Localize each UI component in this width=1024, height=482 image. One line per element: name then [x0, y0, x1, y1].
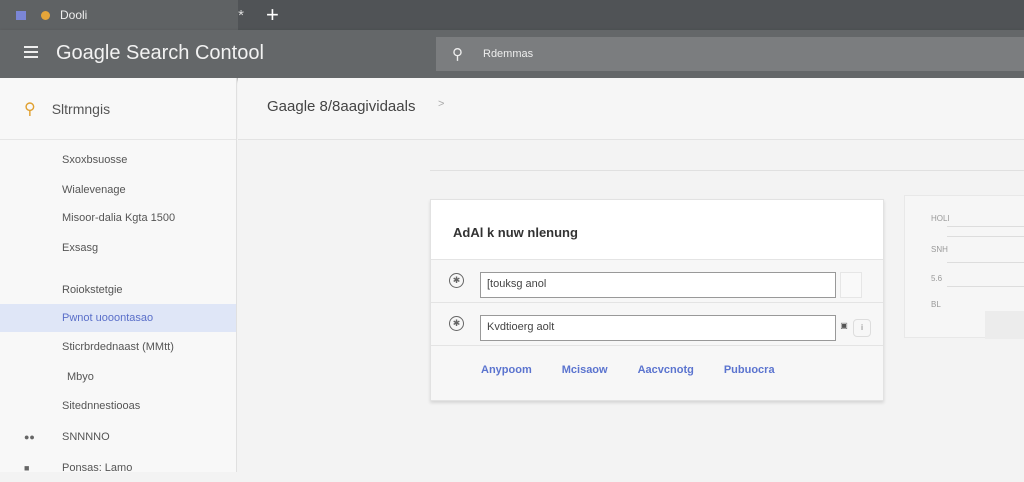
input-row: ✱ [touksg anol	[431, 260, 883, 303]
divider	[430, 170, 1024, 171]
globe-icon: ✱	[449, 273, 464, 288]
panel-label: 5.6	[931, 274, 943, 283]
sidebar-item-active[interactable]: Pwnot uooontasao	[0, 304, 236, 332]
links-icon: ●●	[24, 432, 35, 442]
sidebar-item[interactable]: Sxoxbsuosse	[0, 146, 236, 174]
property-selector[interactable]: ⚲ Sltrmngis	[0, 78, 236, 140]
app-header: Goagle Search Contool ⚲ Rdemmas	[0, 30, 1024, 78]
input-row: ✱ Kvdtioerg aolt ▣ i	[431, 303, 883, 346]
panel-line	[947, 226, 1024, 227]
dialog-title: AdAl k nuw nlenung	[431, 200, 883, 260]
sidebar-item-label: Sticrbrdednaast (MMtt)	[62, 341, 174, 353]
action-link[interactable]: Mcisaow	[562, 364, 608, 376]
sidebar-item[interactable]: Sticrbrdednaast (MMtt)	[0, 333, 236, 361]
action-link[interactable]: Aacvcnotg	[638, 364, 694, 376]
panel-line	[947, 236, 1024, 237]
action-link[interactable]: Pubuocra	[724, 364, 775, 376]
sidebar-item[interactable]: ●● SNNNNO	[0, 423, 236, 451]
page-title: Gaagle 8/8aagividaals	[267, 98, 416, 115]
new-tab-button[interactable]: +	[266, 2, 279, 28]
property-name: Sltrmngis	[51, 100, 111, 117]
chevron-right-icon[interactable]: >	[438, 98, 444, 110]
sidebar-item-label: Roiokstetgie	[62, 284, 123, 296]
search-input[interactable]: ⚲ Rdemmas	[436, 37, 1024, 71]
sidebar-item-label: Sxoxbsuosse	[62, 154, 128, 166]
panel-label: SNH	[931, 245, 948, 254]
close-tab-icon[interactable]: *	[238, 7, 244, 24]
text-input[interactable]: [touksg anol	[480, 272, 836, 298]
copy-icon[interactable]: ▣	[837, 321, 851, 335]
sidebar-item[interactable]: ■ Ponsas: Lamo	[0, 454, 236, 482]
browser-tab-bar: Dooli * +	[0, 0, 1024, 30]
panel-label: HOLI	[931, 214, 950, 223]
globe-icon: ✱	[449, 316, 464, 331]
sidebar-item-label: Exsasg	[62, 242, 99, 254]
panel-line	[947, 286, 1024, 287]
sidebar-item[interactable]: Sitednnestiooas	[0, 392, 236, 420]
sidebar-toggle-icon[interactable]	[16, 10, 26, 20]
side-panel: HOLI SNH 5.6 BL	[904, 195, 1024, 339]
sidebar-item-label: Ponsas: Lamo	[62, 462, 133, 474]
sidebar-item-label: Mbyo	[67, 371, 94, 383]
sidebar-item-label: Misoor-dalia Kgta 1500	[62, 212, 176, 224]
sidebar-item[interactable]: Roiokstetgie	[0, 276, 236, 304]
sidebar-item-label: SNNNNO	[62, 431, 110, 443]
favicon-icon	[41, 10, 50, 20]
sidebar: ⚲ Sltrmngis Sxoxbsuosse Wialevenage Miso…	[0, 78, 237, 474]
sidebar-item[interactable]: Wialevenage	[0, 176, 236, 204]
panel-bar	[985, 311, 1024, 339]
app-logo[interactable]: Goagle Search Contool	[56, 42, 264, 65]
sidebar-item-label: Sitednnestiooas	[62, 400, 141, 412]
text-input[interactable]: Kvdtioerg aolt	[480, 315, 836, 341]
sidebar-item-label: Wialevenage	[62, 184, 126, 196]
add-item-dialog: AdAl k nuw nlenung ✱ [touksg anol ✱ Kvdt…	[430, 199, 884, 401]
dialog-actions: Anypoom Mcisaow Aacvcnotg Pubuocra	[431, 346, 883, 376]
info-icon[interactable]: i	[853, 319, 871, 337]
browser-tab[interactable]: Dooli *	[0, 0, 244, 30]
row-action-button[interactable]	[840, 272, 862, 298]
search-value: Rdemmas	[483, 48, 534, 60]
sidebar-item[interactable]: Exsasg	[0, 234, 236, 262]
hamburger-menu-icon[interactable]	[24, 46, 38, 61]
sidebar-item[interactable]: Mbyo	[0, 363, 236, 391]
page-header: Gaagle 8/8aagividaals >	[238, 78, 1024, 140]
panel-line	[947, 262, 1024, 263]
panel-label: BL	[931, 300, 941, 309]
search-icon: ⚲	[24, 100, 36, 118]
sidebar-item[interactable]: Misoor-dalia Kgta 1500	[0, 204, 236, 232]
search-icon: ⚲	[452, 46, 463, 63]
tab-title: Dooli	[60, 8, 88, 22]
action-link[interactable]: Anypoom	[481, 364, 532, 376]
sidebar-item-label: Pwnot uooontasao	[62, 312, 154, 324]
